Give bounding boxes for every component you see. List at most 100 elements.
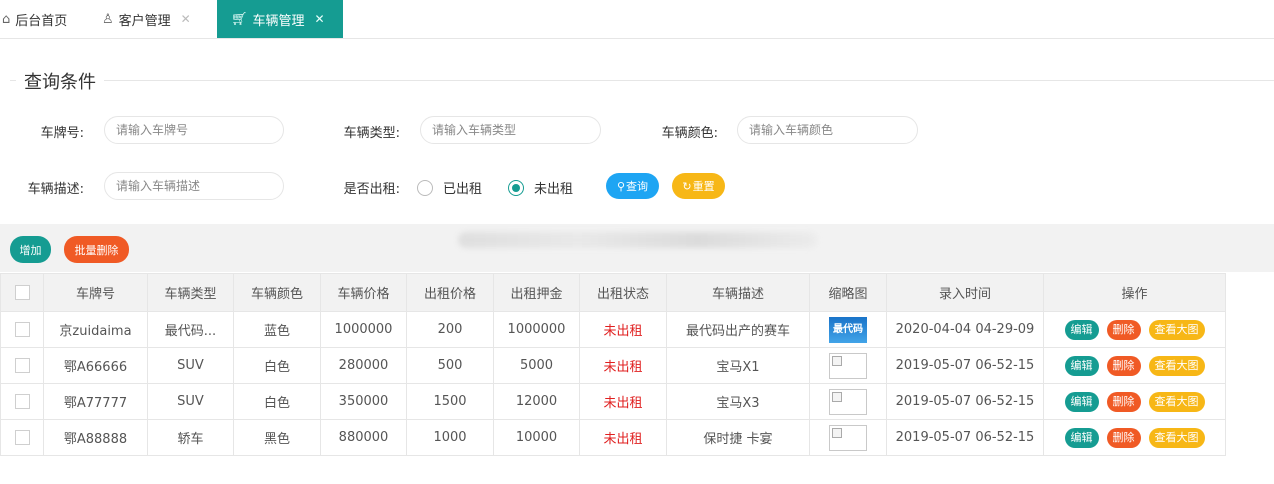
- column-header: 出租价格: [406, 273, 494, 312]
- color-cell: 蓝色: [233, 311, 321, 348]
- column-header: 车辆颜色: [233, 273, 321, 312]
- rented-label: 是否出租:: [343, 182, 400, 197]
- reset-button[interactable]: ↻ 重置: [672, 173, 725, 199]
- add-button[interactable]: 增加: [10, 236, 51, 263]
- tab-bar: ⌂ 后台首页 ♙ 客户管理 ✕ 🛒︎ 车辆管理 ✕: [0, 0, 1274, 39]
- column-header: 操作: [1043, 273, 1226, 312]
- delete-button[interactable]: 删除: [1106, 355, 1141, 376]
- status-cell: 未出租: [579, 311, 667, 348]
- actions-cell: 编辑 删除 查看大图: [1043, 347, 1226, 384]
- desc-cell: 宝马X3: [666, 383, 810, 420]
- query-button[interactable]: ⚲ 查询: [606, 173, 659, 199]
- radio-circle[interactable]: [508, 179, 524, 196]
- row-checkbox[interactable]: [14, 358, 30, 373]
- time-cell: 2019-05-07 06-52-15: [886, 383, 1044, 420]
- color-input[interactable]: [737, 116, 918, 144]
- table-row: 鄂A77777 SUV 白色 350000 1500 12000 未出租 宝马X…: [0, 383, 1226, 420]
- select-all-cell[interactable]: [0, 273, 44, 312]
- query-button-label: 查询: [626, 180, 649, 193]
- cart-icon: 🛒︎: [231, 11, 248, 27]
- desc-cell: 保时捷 卡宴: [666, 419, 810, 456]
- column-header: 录入时间: [886, 273, 1044, 312]
- view-large-button[interactable]: 查看大图: [1148, 391, 1205, 412]
- type-input[interactable]: [420, 116, 601, 144]
- tab-vehicle[interactable]: 🛒︎ 车辆管理 ✕: [217, 0, 343, 38]
- radio-rented[interactable]: 已出租: [417, 178, 482, 197]
- column-header: 出租押金: [493, 273, 580, 312]
- batch-delete-button[interactable]: 批量删除: [64, 236, 129, 263]
- tab-customer[interactable]: ♙ 客户管理 ✕: [102, 0, 214, 38]
- price-cell: 1000000: [320, 311, 407, 348]
- row-checkbox[interactable]: [14, 394, 30, 409]
- edit-button[interactable]: 编辑: [1064, 319, 1099, 340]
- vehicle-table: 车牌号 车辆类型 车辆颜色 车辆价格 出租价格 出租押金 出租状态 车辆描述 缩…: [0, 273, 1226, 456]
- user-icon: ♙: [102, 11, 114, 27]
- thumbnail-cell: [809, 419, 887, 456]
- column-header: 车辆类型: [147, 273, 234, 312]
- view-large-button[interactable]: 查看大图: [1148, 355, 1205, 376]
- row-checkbox[interactable]: [14, 430, 30, 445]
- view-large-button[interactable]: 查看大图: [1148, 427, 1205, 448]
- rent-cell: 1000: [406, 419, 494, 456]
- radio-label: 未出租: [534, 182, 574, 197]
- tab-label: 后台首页: [15, 13, 68, 29]
- radio-not-rented[interactable]: 未出租: [508, 178, 573, 197]
- edit-button[interactable]: 编辑: [1064, 427, 1099, 448]
- rent-cell: 500: [406, 347, 494, 384]
- status-cell: 未出租: [579, 347, 667, 384]
- color-cell: 白色: [233, 383, 321, 420]
- blurred-watermark: [458, 232, 818, 248]
- rent-cell: 1500: [406, 383, 494, 420]
- desc-input[interactable]: [104, 172, 284, 200]
- select-all-checkbox[interactable]: [14, 285, 30, 300]
- column-header: 车辆描述: [666, 273, 810, 312]
- view-large-button[interactable]: 查看大图: [1148, 319, 1205, 340]
- price-cell: 280000: [320, 347, 407, 384]
- broken-image-icon: [829, 352, 867, 379]
- delete-button[interactable]: 删除: [1106, 427, 1141, 448]
- row-select-cell[interactable]: [0, 383, 44, 420]
- table-row: 鄂A66666 SUV 白色 280000 500 5000 未出租 宝马X1 …: [0, 347, 1226, 384]
- status-cell: 未出租: [579, 383, 667, 420]
- row-checkbox[interactable]: [14, 322, 30, 337]
- type-cell: SUV: [147, 383, 234, 420]
- edit-button[interactable]: 编辑: [1064, 355, 1099, 376]
- deposit-cell: 5000: [493, 347, 580, 384]
- plate-cell: 鄂A77777: [43, 383, 148, 420]
- row-select-cell[interactable]: [0, 311, 44, 348]
- row-select-cell[interactable]: [0, 419, 44, 456]
- deposit-cell: 1000000: [493, 311, 580, 348]
- plate-label: 车牌号:: [40, 126, 84, 141]
- fieldset-border: [10, 80, 1274, 81]
- row-select-cell[interactable]: [0, 347, 44, 384]
- search-icon: ⚲: [616, 179, 626, 193]
- refresh-icon: ↻: [682, 179, 692, 193]
- delete-button[interactable]: 删除: [1106, 391, 1141, 412]
- broken-image-icon: [829, 388, 867, 415]
- type-cell: 轿车: [147, 419, 234, 456]
- close-icon[interactable]: ✕: [315, 12, 325, 26]
- type-label: 车辆类型:: [343, 126, 400, 141]
- thumbnail-cell: [809, 383, 887, 420]
- time-cell: 2020-04-04 04-29-09: [886, 311, 1044, 348]
- desc-cell: 宝马X1: [666, 347, 810, 384]
- plate-input[interactable]: [104, 116, 284, 144]
- thumbnail-cell: 最代码: [809, 311, 887, 348]
- table-header-row: 车牌号 车辆类型 车辆颜色 车辆价格 出租价格 出租押金 出租状态 车辆描述 缩…: [0, 273, 1226, 312]
- edit-button[interactable]: 编辑: [1064, 391, 1099, 412]
- actions-cell: 编辑 删除 查看大图: [1043, 311, 1226, 348]
- column-header: 车牌号: [43, 273, 148, 312]
- table-row: 鄂A88888 轿车 黑色 880000 1000 10000 未出租 保时捷 …: [0, 419, 1226, 456]
- time-cell: 2019-05-07 06-52-15: [886, 347, 1044, 384]
- color-cell: 黑色: [233, 419, 321, 456]
- delete-button[interactable]: 删除: [1106, 319, 1141, 340]
- close-icon[interactable]: ✕: [181, 12, 191, 26]
- deposit-cell: 12000: [493, 383, 580, 420]
- desc-label: 车辆描述:: [27, 182, 84, 197]
- rent-cell: 200: [406, 311, 494, 348]
- search-legend: 查询条件: [16, 68, 104, 94]
- radio-circle[interactable]: [417, 179, 433, 196]
- tab-home[interactable]: ⌂ 后台首页: [2, 0, 92, 38]
- deposit-cell: 10000: [493, 419, 580, 456]
- reset-button-label: 重置: [692, 180, 715, 193]
